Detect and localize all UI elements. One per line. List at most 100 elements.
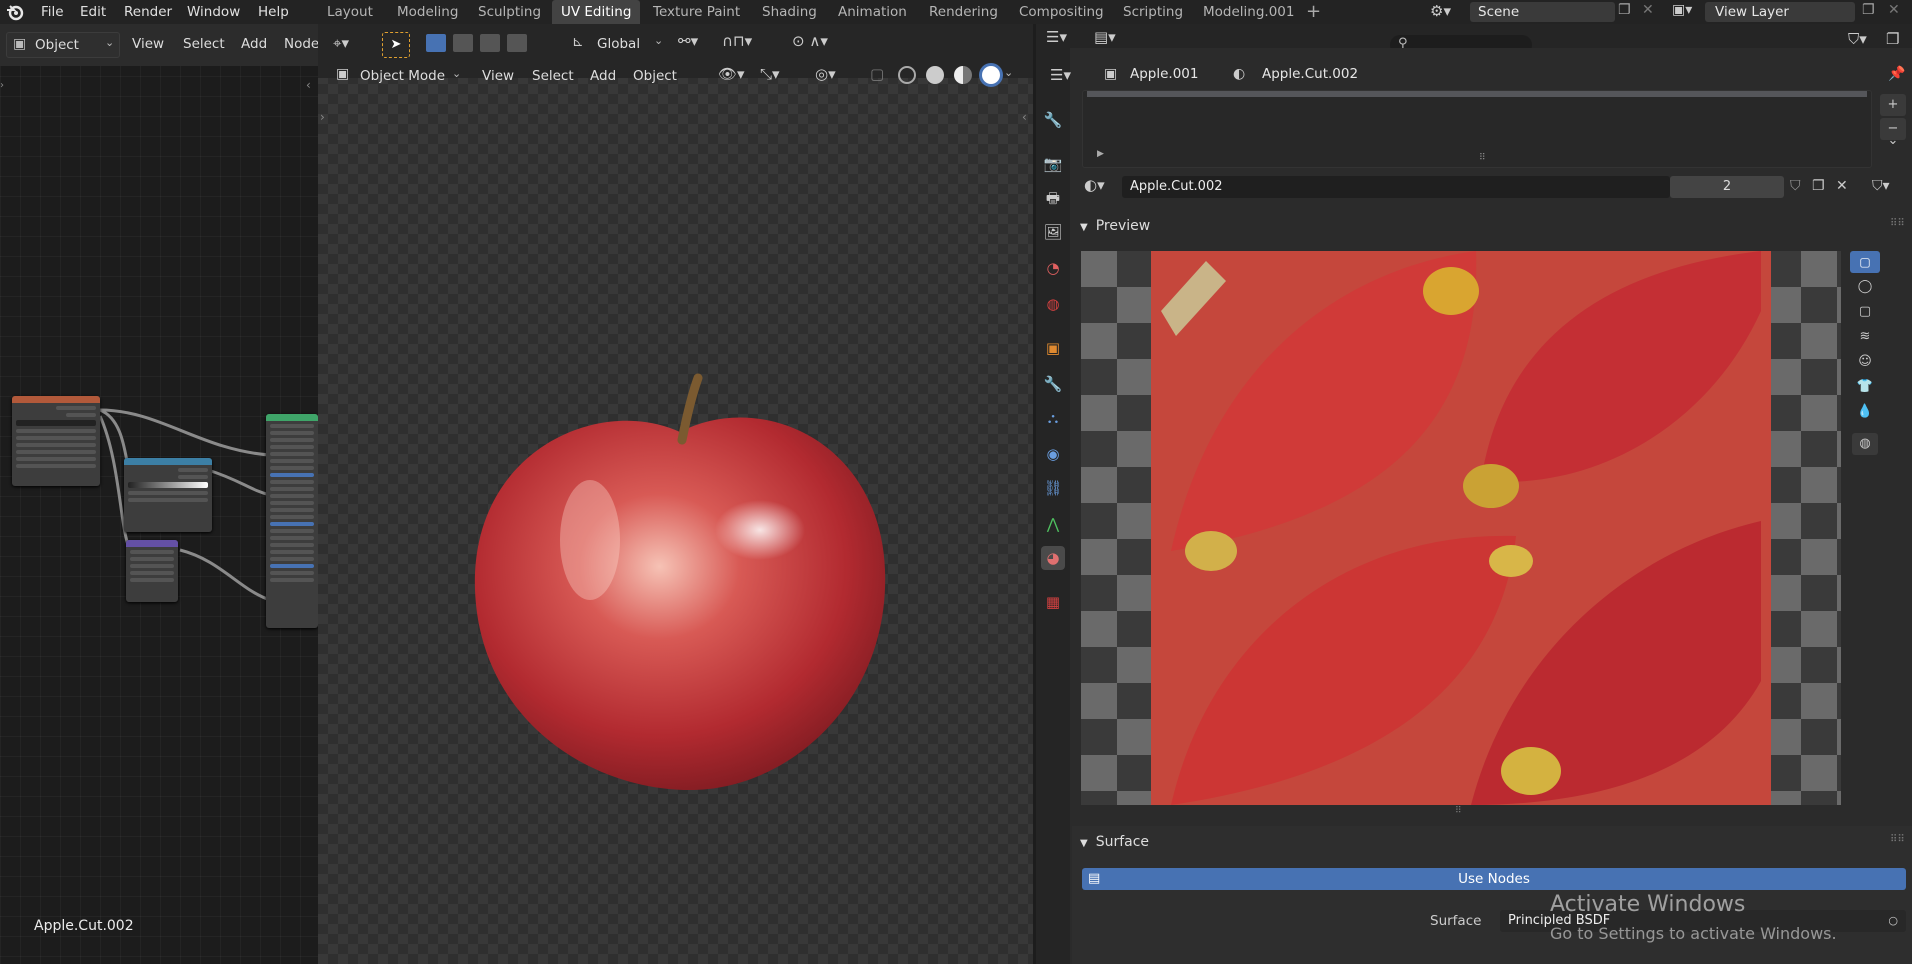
material-slot-list[interactable]: ▶ ⠿ (1082, 90, 1872, 168)
view-layer-copy-icon[interactable]: ❐ (1862, 2, 1875, 18)
material-user-count[interactable]: 2 (1670, 176, 1784, 198)
preview-world-icon[interactable]: ◍ (1852, 433, 1878, 455)
browse-material-icon[interactable]: ◐▾ (1084, 176, 1105, 194)
slot-menu-icon[interactable]: ⌄ (1880, 130, 1906, 152)
tab-layout[interactable]: Layout (318, 0, 382, 24)
data-tab-icon[interactable]: ⋀ (1041, 512, 1065, 536)
select-extend-icon[interactable] (453, 34, 474, 52)
object-tab-icon[interactable]: ▣ (1041, 336, 1065, 360)
texture-tab-icon[interactable]: ▦ (1041, 590, 1065, 614)
toolbar-expand-arrow[interactable]: › (320, 110, 325, 124)
pivot-point-icon[interactable]: ⚯▾ (678, 32, 698, 50)
view-layer-icon[interactable]: ▣▾ (1672, 2, 1692, 18)
preview-flat-icon[interactable]: ▢ (1850, 251, 1880, 273)
world-tab-icon[interactable]: ◍ (1041, 292, 1065, 316)
physics-tab-icon[interactable]: ◉ (1041, 442, 1065, 466)
preview-cube-icon[interactable]: ▢ (1852, 301, 1878, 323)
selected-slot[interactable] (1087, 91, 1867, 97)
view-layer-field[interactable]: View Layer (1705, 2, 1855, 22)
node-menu-select[interactable]: Select (183, 32, 225, 56)
new-collection-icon[interactable]: ❐ (1886, 30, 1899, 48)
scene-field[interactable]: Scene (1470, 2, 1615, 22)
tab-sculpting[interactable]: Sculpting (469, 0, 550, 24)
preview-cloth-icon[interactable]: 👕 (1852, 376, 1878, 398)
view-layer-tab-icon[interactable]: 🖼 (1041, 220, 1065, 244)
object-mode-dropdown[interactable]: ▣ Object Mode ⌄ (332, 64, 464, 88)
preview-panel-header[interactable]: ▼ Preview (1080, 212, 1150, 240)
region-expand-arrow[interactable]: › (0, 80, 4, 91)
preview-fluid-icon[interactable]: 💧 (1852, 401, 1878, 423)
bump-node[interactable] (126, 540, 178, 602)
add-slot-icon[interactable]: + (1880, 94, 1906, 116)
color-ramp-node[interactable] (124, 458, 212, 532)
node-menu-node[interactable]: Node (284, 32, 318, 56)
node-menu-view[interactable]: View (132, 32, 164, 56)
resize-handle[interactable]: ⠿ (1479, 153, 1486, 163)
tab-animation[interactable]: Animation (829, 0, 916, 24)
scene-close-icon[interactable]: ✕ (1642, 2, 1654, 18)
principled-bsdf-node[interactable] (266, 414, 318, 628)
scene-icon[interactable]: ⚙▾ (1430, 2, 1451, 20)
viewport-menu-view[interactable]: View (482, 64, 514, 88)
object-type-dropdown[interactable]: ▣ Object ⌄ (6, 32, 120, 58)
selection-mode-group[interactable] (426, 34, 538, 54)
panel-drag-handle[interactable]: ⠿⠿ (1890, 834, 1905, 845)
fake-user-icon[interactable]: ⛉ (1790, 178, 1801, 194)
select-new-icon[interactable] (426, 34, 446, 52)
select-invert-icon[interactable] (507, 34, 528, 52)
tab-scripting[interactable]: Scripting (1114, 0, 1192, 24)
preview-monkey-icon[interactable]: ☺ (1852, 351, 1878, 373)
display-mode-icon[interactable]: ▤▾ (1094, 28, 1116, 46)
panel-drag-handle[interactable]: ⠿⠿ (1890, 218, 1905, 229)
apple-3d-model[interactable] (460, 370, 900, 800)
tab-modeling-001[interactable]: Modeling.001 (1194, 0, 1303, 24)
scene-copy-icon[interactable]: ❐ (1618, 2, 1631, 18)
overlay-icon[interactable]: ◎▾ (815, 65, 836, 83)
transform-orientation-dropdown[interactable]: Global (597, 32, 640, 56)
chevron-down-icon[interactable]: ⌄ (1004, 66, 1013, 79)
tab-texture-paint[interactable]: Texture Paint (644, 0, 749, 24)
tab-uv-editing[interactable]: UV Editing (552, 0, 641, 24)
viewport-menu-select[interactable]: Select (532, 64, 574, 88)
material-preview-icon[interactable] (954, 66, 973, 84)
menu-file[interactable]: File (41, 0, 64, 24)
shading-mode-group[interactable] (898, 66, 1018, 86)
image-texture-node[interactable] (12, 396, 100, 486)
surface-panel-header[interactable]: ▼ Surface (1080, 828, 1149, 856)
rendered-shading-icon[interactable] (982, 66, 1001, 84)
tab-rendering[interactable]: Rendering (920, 0, 1007, 24)
add-workspace-icon[interactable]: + (1306, 1, 1321, 22)
material-preview[interactable] (1081, 251, 1841, 805)
viewport-menu-object[interactable]: Object (633, 64, 677, 88)
node-menu-add[interactable]: Add (241, 32, 267, 56)
material-name-field[interactable]: Apple.Cut.002 (1122, 176, 1670, 198)
menu-edit[interactable]: Edit (80, 0, 106, 24)
duplicate-material-icon[interactable]: ❐ (1812, 178, 1825, 194)
tool-tab-icon[interactable]: 🔧 (1041, 108, 1065, 132)
preview-sphere-icon[interactable]: ◯ (1852, 276, 1878, 298)
sidebar-expand-arrow[interactable]: ‹ (1022, 110, 1027, 124)
constraints-tab-icon[interactable]: ⛓ (1041, 476, 1065, 500)
unlink-material-icon[interactable]: ✕ (1836, 178, 1848, 194)
editor-type-icon[interactable]: ☰▾ (1046, 28, 1067, 46)
select-subtract-icon[interactable] (480, 34, 501, 52)
preview-hair-icon[interactable]: ≋ (1852, 326, 1878, 348)
material-tab-icon[interactable]: ◕ (1041, 546, 1065, 570)
viewport-menu-add[interactable]: Add (590, 64, 616, 88)
snap-icon[interactable]: ∩⊓▾ (722, 32, 752, 50)
select-tool-icon[interactable]: ➤ (382, 32, 410, 58)
properties-type-icon[interactable]: ☰▾ (1050, 66, 1071, 84)
render-tab-icon[interactable]: 📷 (1041, 152, 1065, 176)
tab-compositing[interactable]: Compositing (1010, 0, 1113, 24)
menu-window[interactable]: Window (187, 0, 240, 24)
solid-shading-icon[interactable] (926, 66, 945, 84)
scene-tab-icon[interactable]: ◔ (1041, 256, 1065, 280)
expand-arrow-icon[interactable]: ▶ (1097, 149, 1104, 159)
link-socket-icon[interactable]: ○ (1888, 910, 1898, 932)
use-nodes-button[interactable]: ▤ Use Nodes (1082, 868, 1906, 890)
tab-modeling[interactable]: Modeling (388, 0, 467, 24)
proportional-edit-icon[interactable]: ⊙ ∧▾ (792, 32, 828, 50)
view-layer-close-icon[interactable]: ✕ (1888, 2, 1900, 18)
visibility-icon[interactable]: 👁▾ (718, 65, 745, 83)
blender-logo-icon[interactable] (6, 3, 24, 21)
